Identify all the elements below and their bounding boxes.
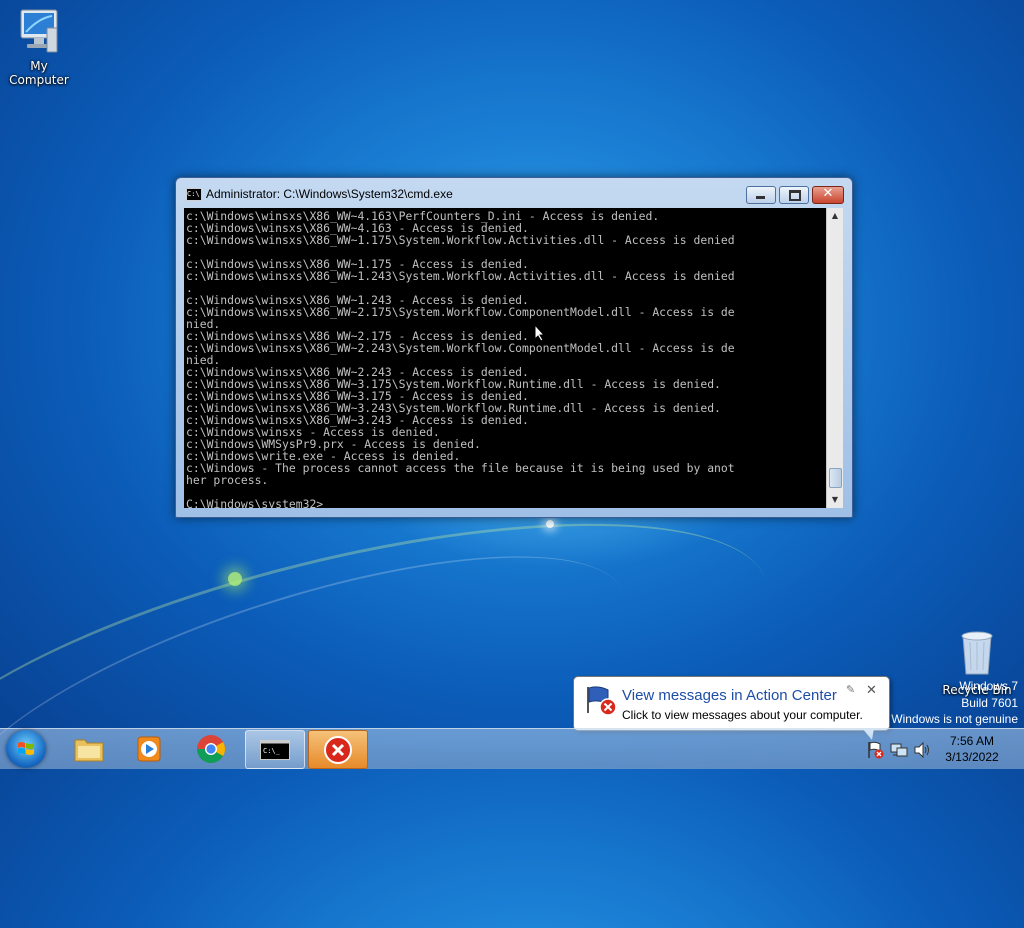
balloon-title: View messages in Action Center xyxy=(622,687,837,704)
folder-icon xyxy=(74,739,104,762)
recycle-bin-icon xyxy=(961,631,993,675)
cmd-icon: C:\_ xyxy=(260,740,290,760)
desktop-icon-label: My Computer xyxy=(9,59,69,87)
minimize-icon xyxy=(756,196,765,199)
watermark-line: Windows 7 xyxy=(959,679,1018,693)
clock-time: 7:56 AM xyxy=(949,734,995,748)
error-icon xyxy=(324,736,352,764)
balloon-text: Click to view messages about your comput… xyxy=(622,708,863,722)
network-icon[interactable] xyxy=(890,741,908,759)
scrollbar-thumb[interactable] xyxy=(829,468,842,488)
close-icon: ✕ xyxy=(822,186,834,201)
chrome-icon xyxy=(197,735,225,763)
maximize-button[interactable] xyxy=(779,186,809,204)
taskbar: C:\_ xyxy=(0,728,1024,769)
minimize-button[interactable] xyxy=(746,186,776,204)
windows-logo-icon xyxy=(18,742,34,755)
taskbar-error-app[interactable] xyxy=(308,730,368,769)
maximize-icon xyxy=(789,190,801,201)
watermark-line: Build 7601 xyxy=(961,696,1018,710)
balloon-close-button[interactable]: ✕ xyxy=(866,683,877,698)
media-player-icon xyxy=(137,736,161,762)
desktop-icon-my-computer[interactable]: My Computer xyxy=(0,8,78,87)
start-button[interactable] xyxy=(6,730,46,768)
taskbar-cmd[interactable]: C:\_ xyxy=(245,730,305,769)
svg-text:C:\_: C:\_ xyxy=(263,747,281,755)
computer-icon xyxy=(20,9,58,53)
console-text: c:\Windows\winsxs\X86_WW~4.163\PerfCount… xyxy=(186,209,735,508)
watermark-line: Windows is not genuine xyxy=(891,712,1018,726)
vertical-scrollbar[interactable]: ▲ ▼ xyxy=(826,208,843,508)
action-center-balloon[interactable]: View messages in Action Center Click to … xyxy=(573,676,890,740)
clock-date: 3/13/2022 xyxy=(945,750,999,764)
console-output[interactable]: c:\Windows\winsxs\X86_WW~4.163\PerfCount… xyxy=(184,208,826,508)
cmd-window[interactable]: C:\ Administrator: C:\Windows\System32\c… xyxy=(175,177,853,518)
taskbar-chrome[interactable] xyxy=(182,730,240,767)
scroll-up-arrow-icon[interactable]: ▲ xyxy=(827,208,843,224)
window-title: Administrator: C:\Windows\System32\cmd.e… xyxy=(206,187,453,201)
action-center-flag-icon xyxy=(587,686,617,716)
taskbar-clock[interactable]: 7:56 AM 3/13/2022 xyxy=(932,733,1012,765)
volume-icon[interactable] xyxy=(913,741,931,759)
wallpaper-flare xyxy=(228,572,242,586)
taskbar-media-player[interactable] xyxy=(120,730,178,767)
wallpaper-flare xyxy=(546,520,554,528)
scroll-down-arrow-icon[interactable]: ▼ xyxy=(827,492,843,508)
window-titlebar[interactable]: C:\ Administrator: C:\Windows\System32\c… xyxy=(176,178,852,208)
cmd-icon: C:\ xyxy=(186,188,202,201)
action-center-flag-icon[interactable] xyxy=(867,741,885,759)
close-button[interactable]: ✕ xyxy=(812,186,844,204)
taskbar-explorer[interactable] xyxy=(60,730,118,767)
mouse-cursor-icon xyxy=(534,324,546,342)
pin-icon[interactable]: ✎ xyxy=(846,683,855,696)
